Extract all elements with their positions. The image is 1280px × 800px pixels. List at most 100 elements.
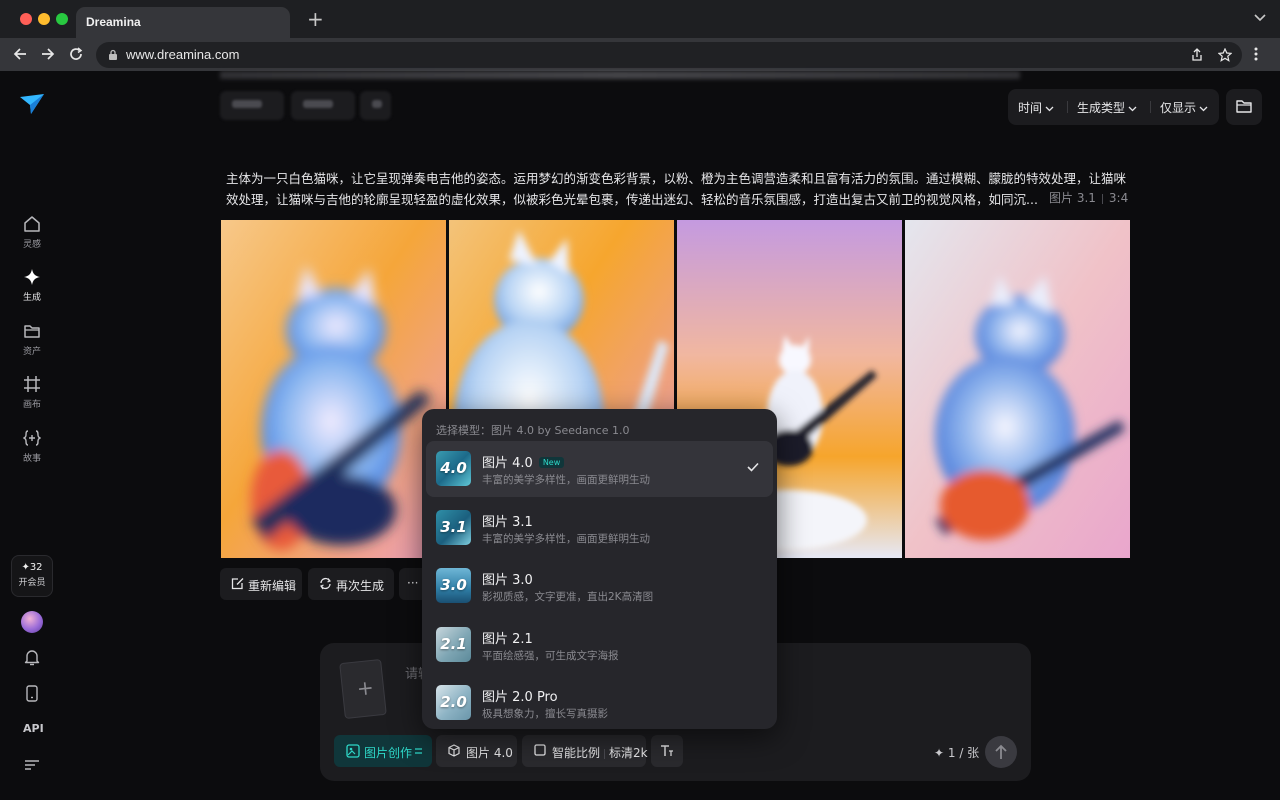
swap-icon [415, 748, 422, 754]
image-create-icon [346, 744, 360, 758]
model-tag: 图片 3.1 [1049, 191, 1096, 205]
folder-icon [24, 325, 40, 338]
model-description: 丰富的美学多样性，画面更鲜明生动 [482, 474, 650, 486]
model-name: 图片 2.1 [482, 632, 533, 647]
creation-mode-selector[interactable]: 图片创作 [334, 735, 432, 767]
prompt-line: 主体为一只白色猫咪，让它呈现弹奏电吉他的姿态。运用梦幻的渐变色彩背景，以粉、橙为… [226, 171, 1127, 186]
maximize-window-button[interactable] [56, 13, 68, 25]
blurred-button [220, 91, 284, 120]
bell-icon[interactable] [24, 649, 40, 666]
refresh-icon [320, 577, 331, 590]
upload-reference-button[interactable]: + [339, 658, 387, 720]
address-bar[interactable]: www.dreamina.com [96, 42, 1242, 68]
ratio-label: 智能比例 [552, 746, 601, 760]
sparkle-icon [24, 269, 40, 285]
app-viewport: 灵感 生成 资产 画布 故事 ✦32 开会员 API 时间 生成类型 仅显示 主… [0, 71, 1280, 800]
back-arrow-icon[interactable] [12, 46, 28, 62]
tab-list-chevron-icon[interactable] [1254, 14, 1266, 22]
model-option-4-0[interactable]: 4.0 图片 4.0 New 丰富的美学多样性，画面更鲜明生动 [426, 441, 773, 497]
browser-titlebar: Dreamina + [0, 0, 1280, 38]
menu-icon[interactable] [24, 759, 40, 771]
regenerate-button[interactable]: 再次生成 [308, 568, 394, 600]
new-tab-button[interactable]: + [307, 9, 324, 29]
reedit-button[interactable]: 重新编辑 [220, 568, 302, 600]
model-selector[interactable]: 图片 4.0 [436, 735, 517, 767]
sidebar-item-generate[interactable]: 生成 [8, 268, 56, 312]
vip-membership-button[interactable]: ✦32 开会员 [11, 555, 53, 597]
prompt-meta: 图片 3.1 3:4 [1049, 189, 1128, 206]
cube-icon [448, 744, 460, 757]
model-name: 图片 2.0 Pro [482, 690, 558, 705]
model-description: 影视质感，文字更准，直出2K高清图 [482, 591, 654, 603]
folder-button[interactable] [1226, 89, 1262, 125]
edit-icon [231, 578, 244, 590]
sidebar-label: 故事 [22, 454, 41, 464]
chevron-down-icon [1045, 106, 1054, 111]
text-format-icon [661, 745, 673, 756]
vip-label: 开会员 [18, 578, 46, 588]
credit-count: ✦32 [21, 562, 43, 573]
model-thumbnail: 3.0 [436, 568, 471, 603]
model-description: 极具想象力，擅长写真摄影 [482, 708, 608, 720]
dreamina-logo-icon[interactable] [19, 93, 45, 115]
filter-show-only[interactable]: 仅显示 [1160, 99, 1208, 116]
share-icon[interactable] [1190, 48, 1204, 62]
chevron-down-icon [1128, 106, 1137, 111]
dropdown-header: 选择模型：图片 4.0 by Seedance 1.0 [436, 424, 630, 437]
sidebar-item-assets[interactable]: 资产 [8, 322, 56, 366]
phone-icon[interactable] [26, 685, 38, 702]
model-option-2-1[interactable]: 2.1 图片 2.1 平面绘感强，可生成文字海报 [426, 617, 773, 673]
credit-cost: ✦ 1 / 张 [934, 746, 980, 760]
lock-icon [109, 49, 117, 60]
browser-tab[interactable]: Dreamina [76, 7, 290, 38]
plus-icon: + [355, 674, 375, 701]
model-description: 丰富的美学多样性，画面更鲜明生动 [482, 533, 650, 545]
tab-title: Dreamina [86, 15, 141, 29]
model-option-2-0-pro[interactable]: 2.0 图片 2.0 Pro 极具想象力，擅长写真摄影 [426, 675, 773, 729]
sidebar-item-inspiration[interactable]: 灵感 [8, 215, 56, 259]
filter-time[interactable]: 时间 [1018, 99, 1054, 116]
reload-icon[interactable] [68, 46, 84, 62]
model-option-3-0[interactable]: 3.0 图片 3.0 影视质感，文字更准，直出2K高清图 [426, 558, 773, 614]
model-name: 图片 3.0 [482, 573, 533, 588]
filter-bar: 时间 生成类型 仅显示 [1008, 89, 1219, 125]
browser-toolbar: www.dreamina.com [0, 38, 1280, 71]
aspect-ratio-selector[interactable]: 智能比例 标清2k [522, 735, 648, 767]
minimize-window-button[interactable] [38, 13, 50, 25]
api-link[interactable]: API [23, 722, 44, 735]
canvas-icon [24, 376, 40, 392]
close-window-button[interactable] [20, 13, 32, 25]
sidebar-label: 画布 [22, 400, 41, 410]
quality-label: 标清2k [609, 746, 648, 760]
sidebar-label: 生成 [22, 293, 41, 303]
generated-image-1[interactable] [221, 220, 446, 558]
model-thumbnail: 4.0 [436, 451, 471, 486]
model-option-3-1[interactable]: 3.1 图片 3.1 丰富的美学多样性，画面更鲜明生动 [426, 500, 773, 556]
avatar[interactable] [21, 611, 43, 633]
blurred-previous-content [220, 71, 1020, 79]
model-thumbnail: 2.0 [436, 685, 471, 720]
prompt-line: 效处理，让猫咪与吉他的轮廓呈现轻盈的虚化效果，似被彩色光晕包裹，传递出迷幻、轻松… [226, 192, 1038, 207]
folder-icon [1236, 100, 1252, 113]
browser-menu-icon[interactable] [1254, 46, 1258, 62]
prompt-text[interactable]: 主体为一只白色猫咪，让它呈现弹奏电吉他的姿态。运用梦幻的渐变色彩背景，以粉、橙为… [226, 168, 1136, 210]
forward-arrow-icon[interactable] [40, 46, 56, 62]
check-icon [747, 462, 759, 472]
generated-image-4[interactable] [905, 220, 1130, 558]
chevron-down-icon [1199, 106, 1208, 111]
sidebar-label: 灵感 [22, 240, 41, 250]
model-name: 图片 4.0 [482, 456, 533, 471]
text-style-button[interactable] [651, 735, 683, 767]
blurred-button [360, 91, 391, 120]
sidebar-item-canvas[interactable]: 画布 [8, 375, 56, 419]
send-button[interactable] [985, 736, 1017, 768]
model-dropdown: 选择模型：图片 4.0 by Seedance 1.0 4.0 图片 4.0 Ne… [422, 409, 777, 729]
url-text: www.dreamina.com [126, 47, 240, 62]
bookmark-star-icon[interactable] [1218, 48, 1232, 62]
filter-generation-type[interactable]: 生成类型 [1077, 99, 1137, 116]
sidebar: 灵感 生成 资产 画布 故事 ✦32 开会员 API [0, 71, 64, 800]
model-description: 平面绘感强，可生成文字海报 [482, 650, 619, 662]
more-icon: ··· [407, 576, 419, 590]
sidebar-item-story[interactable]: 故事 [8, 429, 56, 473]
arrow-up-icon [995, 744, 1007, 759]
